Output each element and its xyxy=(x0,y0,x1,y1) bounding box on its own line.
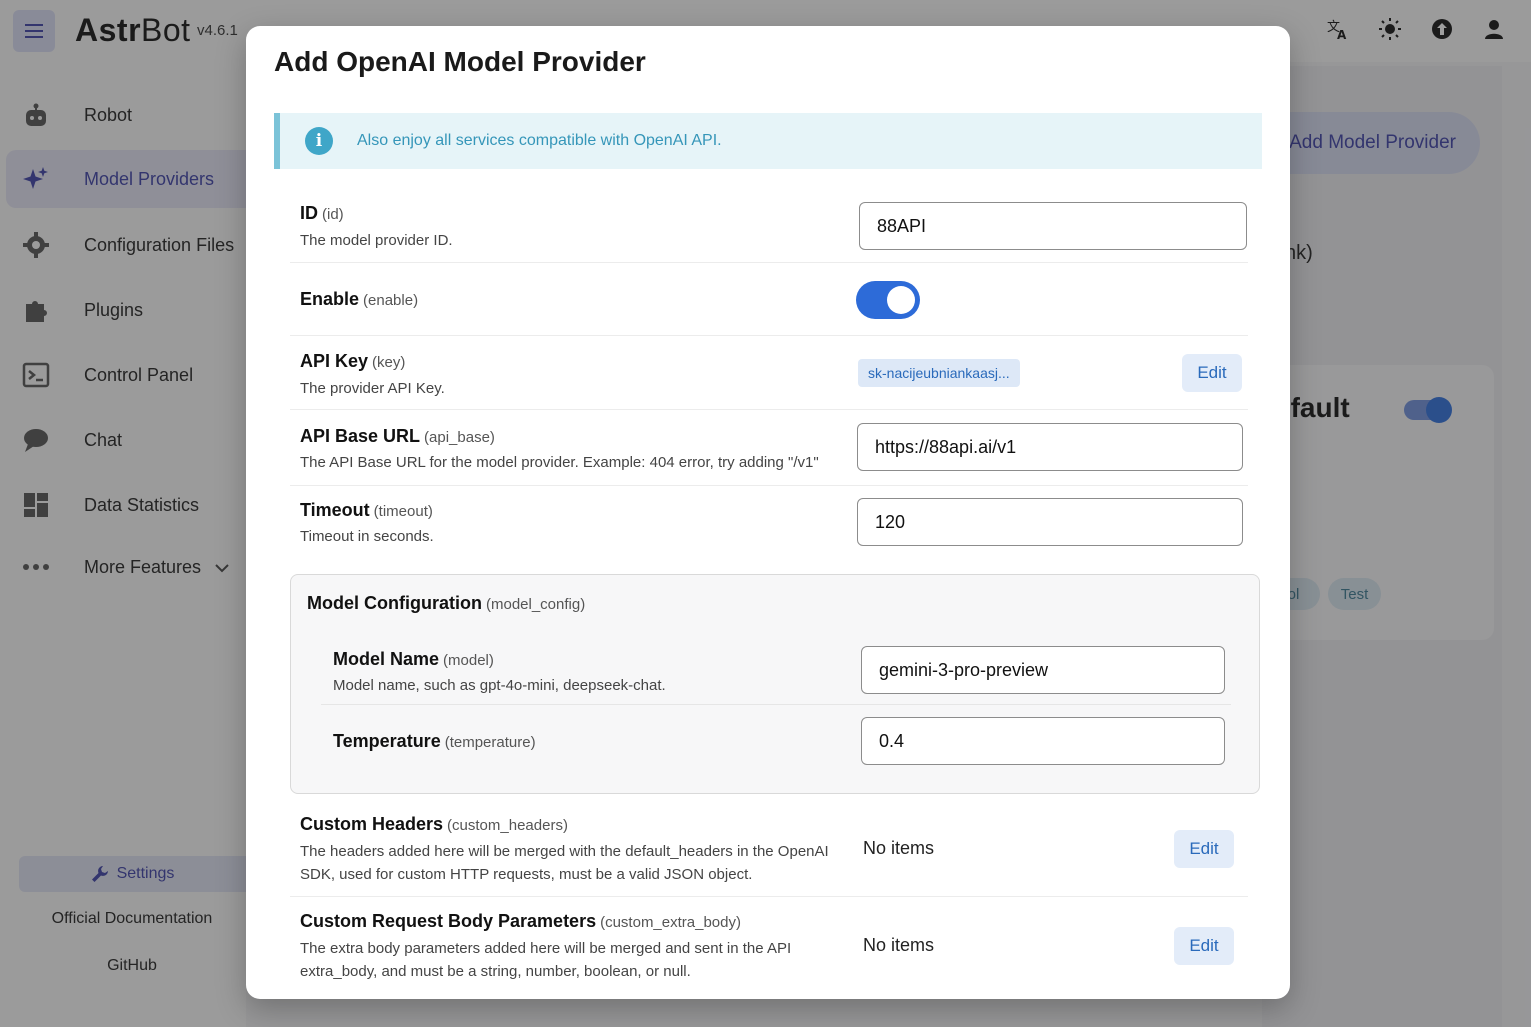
id-input[interactable]: 88API xyxy=(859,202,1247,250)
toggle-knob xyxy=(887,286,915,314)
field-row-api-key: API Key (key) The provider API Key. sk-na… xyxy=(290,336,1248,410)
timeout-input[interactable]: 120 xyxy=(857,498,1243,546)
custom-extra-body-status: No items xyxy=(863,935,935,955)
field-label-api-base: API Base URL (api_base) xyxy=(300,426,495,446)
field-desc-api-base: The API Base URL for the model provider.… xyxy=(300,454,819,471)
temperature-input[interactable]: 0.4 xyxy=(861,717,1225,765)
field-label-custom-extra-body: Custom Request Body Parameters (custom_ex… xyxy=(300,911,741,931)
field-desc-model-name: Model name, such as gpt-4o-mini, deepsee… xyxy=(333,677,666,694)
field-label-id: ID (id) xyxy=(300,203,344,223)
field-desc-id: The model provider ID. xyxy=(300,232,453,249)
custom-extra-body-edit-button[interactable]: Edit xyxy=(1174,927,1234,965)
field-label-custom-headers: Custom Headers (custom_headers) xyxy=(300,814,568,834)
model-config-group: Model Configuration (model_config) Model … xyxy=(290,574,1260,794)
api-base-input[interactable]: https://88api.ai/v1 xyxy=(857,423,1243,471)
model-config-title: Model Configuration (model_config) xyxy=(307,593,586,613)
field-label-api-key: API Key (key) xyxy=(300,351,406,371)
dialog-title: Add OpenAI Model Provider xyxy=(274,46,646,77)
model-name-input[interactable]: gemini-3-pro-preview xyxy=(861,646,1225,694)
info-icon: i xyxy=(305,127,333,155)
field-row-model-name: Model Name (model) Model name, such as gp… xyxy=(321,635,1231,705)
enable-toggle[interactable] xyxy=(856,281,920,319)
field-row-id: ID (id) The model provider ID. 88API xyxy=(290,189,1248,263)
api-key-chip: sk-nacijeubniankaasj... xyxy=(858,359,1020,387)
field-row-custom-headers: Custom Headers (custom_headers) The heade… xyxy=(290,805,1248,897)
add-provider-dialog: Add OpenAI Model Provider i Also enjoy a… xyxy=(246,26,1290,999)
field-desc-custom-extra-body: The extra body parameters added here wil… xyxy=(300,940,792,980)
field-label-timeout: Timeout (timeout) xyxy=(300,500,433,520)
field-row-custom-extra-body: Custom Request Body Parameters (custom_ex… xyxy=(290,897,1248,997)
field-row-api-base: API Base URL (api_base) The API Base URL … xyxy=(290,410,1248,486)
field-row-temperature: Temperature (temperature) 0.4 xyxy=(321,706,1231,778)
field-desc-api-key: The provider API Key. xyxy=(300,380,445,397)
field-desc-custom-headers: The headers added here will be merged wi… xyxy=(300,843,829,883)
field-label-model-name: Model Name (model) xyxy=(333,649,494,669)
info-banner: i Also enjoy all services compatible wit… xyxy=(274,113,1262,169)
custom-headers-edit-button[interactable]: Edit xyxy=(1174,830,1234,868)
api-key-edit-button[interactable]: Edit xyxy=(1182,354,1242,392)
custom-headers-status: No items xyxy=(863,838,935,858)
field-label-enable: Enable (enable) xyxy=(300,289,419,309)
field-label-temperature: Temperature (temperature) xyxy=(333,731,536,751)
info-text: Also enjoy all services compatible with … xyxy=(357,132,722,149)
field-row-timeout: Timeout (timeout) Timeout in seconds. 120 xyxy=(290,486,1248,560)
field-desc-timeout: Timeout in seconds. xyxy=(300,528,434,545)
field-row-enable: Enable (enable) xyxy=(290,263,1248,336)
